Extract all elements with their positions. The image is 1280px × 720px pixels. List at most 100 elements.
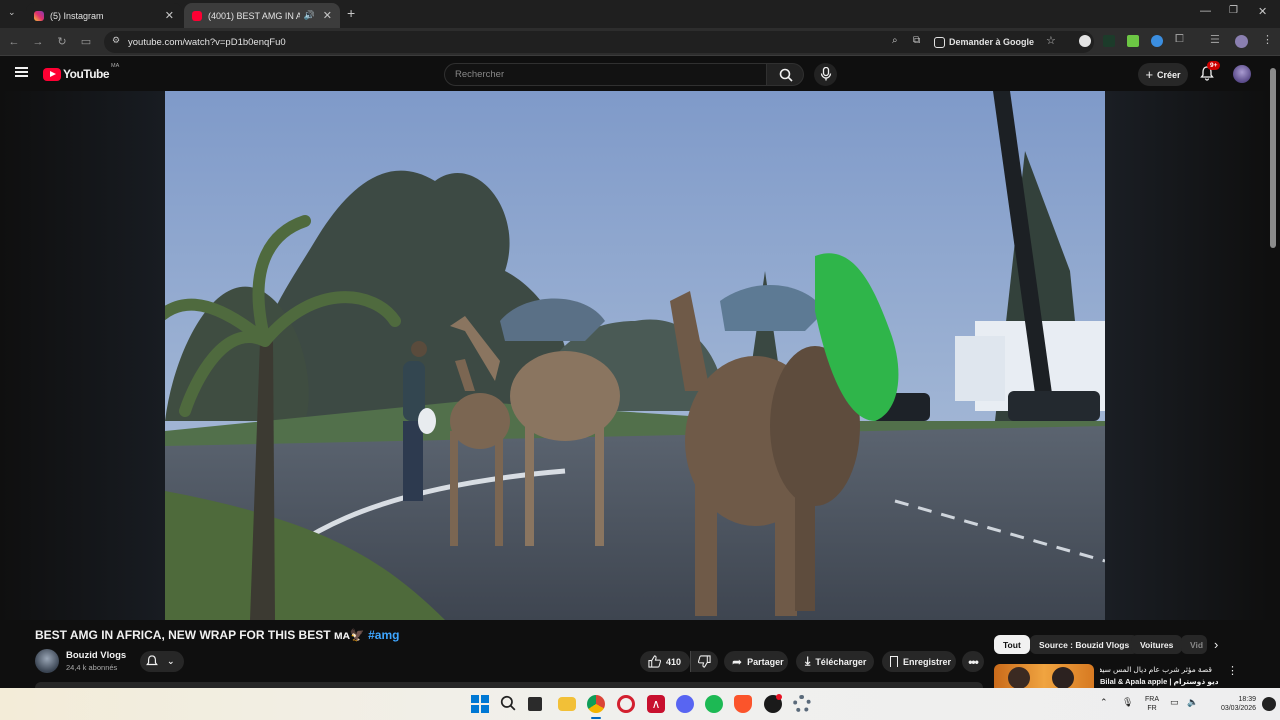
ambient-glow-left [0,91,165,620]
zoom-icon[interactable]: ⌕ [892,35,898,46]
extension-2-icon[interactable] [1103,35,1115,47]
voice-search-button[interactable] [814,63,837,86]
extension-3-icon[interactable] [1127,35,1139,47]
recommended-title-line1[interactable]: قصة مؤثر شرب عام ديال المس سيف [1100,665,1212,674]
tab-search-dropdown-icon[interactable]: ⌄ [8,7,16,18]
share-button[interactable]: ➦ Partager [724,651,788,672]
ask-google-button[interactable]: Demander à Google [934,33,1034,51]
discord-icon[interactable] [676,695,694,713]
notifications-button[interactable]: 9+ [1200,61,1221,82]
minimize-icon[interactable]: — [1200,5,1211,17]
extension-4-icon[interactable] [1151,35,1163,47]
chrome-icon[interactable] [587,695,605,713]
bookmark-icon [890,656,898,667]
guide-menu-icon[interactable] [15,67,28,77]
recommended-thumbnail[interactable] [994,664,1094,688]
restore-icon[interactable]: ❐ [1229,5,1238,16]
like-count: 410 [666,656,682,667]
download-icon: ⤓ [805,654,811,668]
search-button[interactable] [766,63,804,86]
more-actions-button[interactable]: ••• [962,651,984,672]
window-close-icon[interactable]: ✕ [1258,5,1267,18]
extension-openai-icon[interactable] [1079,35,1091,47]
channel-avatar[interactable] [35,649,59,673]
tab-close-icon[interactable]: ✕ [323,9,332,22]
search-input[interactable]: Rechercher [444,63,767,86]
chip-source-channel[interactable]: Source : Bouzid Vlogs [1030,635,1139,654]
tray-overflow-icon[interactable]: ⌃ [1100,698,1108,707]
account-avatar[interactable] [1233,65,1251,83]
page-scrollbar[interactable] [1270,68,1276,248]
youtube-masthead: YouTube MA Rechercher + Créer 9+ [0,57,1280,91]
language-indicator[interactable]: FRA FR [1140,695,1164,713]
chip-all[interactable]: Tout [994,635,1030,654]
side-panel-icon[interactable]: ▭ [78,34,94,50]
instagram-icon [34,10,44,21]
forward-icon[interactable]: → [30,34,46,50]
save-button[interactable]: Enregistrer [882,651,956,672]
tray-mic-icon[interactable]: 🎙 [1122,698,1133,707]
browser-toolbar: ← → ↻ ▭ ⚙ youtube.com/watch?v=pD1b0enqFu… [0,28,1280,56]
subscription-notification-button[interactable]: ⌄ [140,651,184,672]
tab-instagram[interactable]: (5) Instagram ✕ [26,3,182,28]
clock[interactable]: 18:39 03/03/2026 [1204,695,1256,713]
volume-icon[interactable]: 🔈 [1187,698,1198,707]
hashtag-link[interactable]: #amg [368,628,399,642]
opera-icon[interactable] [617,695,635,713]
search-icon[interactable] [500,695,518,713]
recommendation-menu-icon[interactable]: ⋮ [1227,664,1238,677]
create-button[interactable]: + Créer [1138,63,1188,86]
save-label: Enregistrer [903,656,952,667]
extensions-puzzle-icon[interactable]: ⧠ [1175,33,1184,46]
site-info-icon[interactable]: ⚙ [112,35,120,46]
youtube-logo[interactable]: YouTube MA [43,63,119,81]
video-player[interactable] [165,91,1105,620]
tab-label: (4001) BEST AMG IN AFRIC [208,10,300,21]
bookmark-star-icon[interactable]: ☆ [1046,34,1056,47]
network-icon[interactable]: ▭ [1170,698,1179,707]
adobe-icon[interactable]: ∧ [647,695,665,713]
date: 03/03/2026 [1220,705,1256,712]
windows-start-icon[interactable] [471,695,489,713]
microphone-icon [820,67,832,81]
thumbs-up-icon [648,655,661,668]
search-icon [779,68,793,82]
notification-badge: 9+ [1207,61,1221,70]
spotify-icon[interactable] [705,695,723,713]
share-icon: ➦ [732,654,743,669]
language-bottom: FR [1147,705,1157,712]
thumbs-down-icon [698,655,711,668]
back-icon[interactable]: ← [6,34,22,50]
recommended-title-line2[interactable]: Bilal & Apala apple | فيديو ذوسترام [1100,677,1218,686]
file-explorer-icon[interactable] [558,697,576,711]
dislike-button[interactable] [690,651,718,672]
create-label: Créer [1157,69,1181,80]
settings-gear-icon[interactable] [793,695,811,713]
url-text: youtube.com/watch?v=pD1b0enqFu0 [128,36,286,48]
tab-youtube[interactable]: (4001) BEST AMG IN AFRIC 🔊 ✕ [184,3,340,28]
browser-menu-icon[interactable]: ⋮ [1262,33,1273,46]
country-code: MA [111,63,120,69]
active-app-indicator [591,717,601,719]
like-button[interactable]: 410 [640,651,690,672]
tab-label: (5) Instagram [50,10,104,21]
new-tab-icon[interactable]: + [347,5,355,21]
download-button[interactable]: ⤓ Télécharger [796,651,874,672]
browser-tab-strip: ⌄ (5) Instagram ✕ (4001) BEST AMG IN AFR… [0,0,1280,28]
notification-center-icon[interactable] [1262,697,1276,711]
chip-cars[interactable]: Voitures [1131,635,1183,654]
channel-name[interactable]: Bouzid Vlogs [66,650,126,661]
brave-icon[interactable] [734,695,752,713]
youtube-icon [192,10,202,21]
tab-close-icon[interactable]: ✕ [165,9,174,22]
reload-icon[interactable]: ↻ [54,34,70,50]
profile-avatar[interactable] [1235,35,1248,48]
chip-videos[interactable]: Vid [1181,635,1207,654]
reading-list-icon[interactable]: ☰ [1210,33,1220,46]
cast-icon[interactable]: ⧉ [913,35,920,46]
speaker-icon[interactable]: 🔊 [304,10,315,21]
task-view-icon[interactable] [528,697,542,711]
subscriber-count: 24,4 k abonnés [66,663,118,672]
video-title: BEST AMG IN AFRICA, NEW WRAP FOR THIS BE… [35,628,399,642]
chevron-right-icon[interactable]: › [1214,637,1218,652]
